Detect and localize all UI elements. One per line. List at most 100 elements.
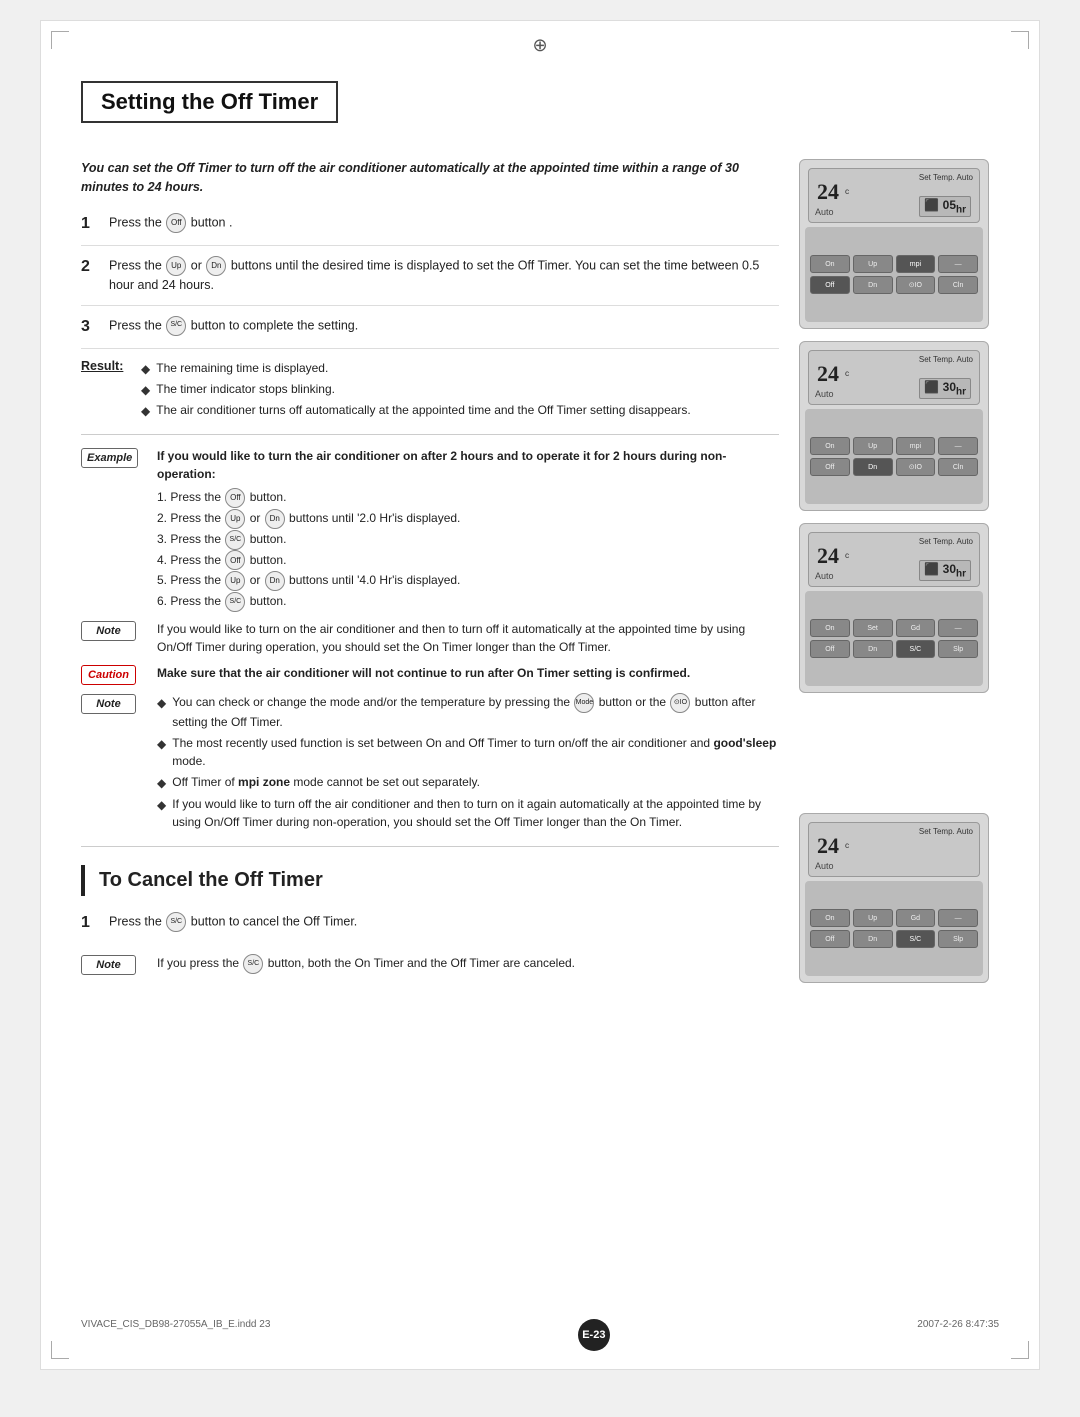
remote4-btn-off: Off [810,930,850,948]
remote-4: Set Temp. Auto 24 c Auto On Up Gd — Off … [799,813,989,983]
ex-sc-btn-2: S/C [225,592,245,612]
ex-step-1: 1. Press the Off button. [157,487,779,508]
remote3-btn-sleep: Slp [938,640,978,658]
example-content: If you would like to turn the air condit… [157,447,779,612]
remote2-btn-on: On [810,437,850,455]
ex-step-6: 6. Press the S/C button. [157,591,779,612]
remote-1-timer: ⬛ 05hr [919,196,971,217]
result-label: Result: [81,359,141,422]
remote4-btn-mode: — [938,909,978,927]
ex-up-btn-2: Up [225,571,245,591]
result-item-2: ◆ The timer indicator stops blinking. [141,380,779,399]
remote2-btn-onoff: ⊙IO [896,458,936,476]
note2-item-3: ◆ Off Timer of mpi zone mode cannot be s… [157,773,779,792]
caution-label-wrap: Caution [81,664,149,685]
remote4-btn-on: On [810,909,850,927]
remote-1-temp-unit: c [845,183,849,196]
remote2-btn-clean: Cln [938,458,978,476]
result-item-3-text: The air conditioner turns off automatica… [156,401,691,419]
remote-btn-onoff: ⊙IO [896,276,936,294]
remote2-btn-off: Off [810,458,850,476]
note2-bullet-3: ◆ [157,774,166,792]
remote4-btn-good: Gd [896,909,936,927]
remote2-btn-mpi: mpi [896,437,936,455]
remote-3-timer: ⬛ 30hr [919,560,971,581]
remote-2-temp: 24 [817,361,839,387]
remote-1-screen: Set Temp. Auto 24 c Auto ⬛ 05hr [808,168,980,223]
remote-btn-off: Off [810,276,850,294]
note2-item-4-text: If you would like to turn off the air co… [172,795,779,831]
footer-date: 2007-2-26 8:47:35 [917,1319,999,1351]
remote-btn-down: Dn [853,276,893,294]
remote-2-mode-label: Set Temp. Auto [919,355,973,364]
page-footer: VIVACE_CIS_DB98-27055A_IB_E.indd 23 E-23… [41,1319,1039,1351]
caution-content: Make sure that the air conditioner will … [157,664,779,682]
cancel-sc-btn-icon-2: S/C [243,954,263,974]
remote-2-buttons: On Up mpi — Off Dn ⊙IO Cln [805,409,983,504]
remote2-btn-mode: — [938,437,978,455]
cancel-note-section: Note If you press the S/C button, both t… [81,954,779,975]
cancel-note-label-wrap: Note [81,954,149,975]
caution-text: Make sure that the air conditioner will … [157,664,779,682]
right-column: Set Temp. Auto 24 c Auto ⬛ 05hr On Up mp… [799,159,999,983]
note2-label-wrap: Note [81,693,149,714]
remote2-btn-down: Dn [853,458,893,476]
remote-btn-mode: — [938,255,978,273]
step-3-number: 3 [81,316,103,338]
note2-item-2: ◆ The most recently used function is set… [157,734,779,770]
remote3-btn-down: Dn [853,640,893,658]
remote-4-screen: Set Temp. Auto 24 c Auto [808,822,980,877]
remote-3-screen: Set Temp. Auto 24 c Auto ⬛ 30hr [808,532,980,587]
remote-3-auto: Auto [815,571,834,581]
note2-label: Note [81,694,136,714]
page: ⊕ Setting the Off Timer You can set the … [40,20,1040,1370]
caution-section: Caution Make sure that the air condition… [81,664,779,685]
remote3-btn-set: Set [853,619,893,637]
note2-bullet-4: ◆ [157,796,166,814]
remote-4-temp-unit: c [845,837,849,850]
note2-bullet-1: ◆ [157,694,166,712]
remote-1-mode-label: Set Temp. Auto [919,173,973,182]
content-area: You can set the Off Timer to turn off th… [81,159,999,983]
result-section: Result: ◆ The remaining time is displaye… [81,359,779,422]
remote4-btn-sc: S/C [896,930,936,948]
remote3-btn-off: Off [810,640,850,658]
ex-dn-btn: Dn [265,509,285,529]
left-column: You can set the Off Timer to turn off th… [81,159,779,983]
ex-sc-btn-1: S/C [225,530,245,550]
remote-2: Set Temp. Auto 24 c Auto ⬛ 30hr On Up mp… [799,341,989,511]
corner-mark-tr [1011,31,1029,49]
caution-label: Caution [81,665,136,685]
remote3-btn-sc: S/C [896,640,936,658]
example-label-wrap: Example [81,447,149,468]
result-item-1: ◆ The remaining time is displayed. [141,359,779,378]
remote-btn-clean: Cln [938,276,978,294]
remote-4-buttons: On Up Gd — Off Dn S/C Slp [805,881,983,976]
example-title-bold: If you would like to turn the air condit… [157,449,726,481]
example-title: If you would like to turn the air condit… [157,447,779,483]
example-label: Example [81,448,138,468]
remote-btn-mpi: mpi [896,255,936,273]
ex-up-btn: Up [225,509,245,529]
mpi-zone-text: mpi zone [238,775,290,789]
result-item-3: ◆ The air conditioner turns off automati… [141,401,779,420]
spacer [799,705,999,801]
step-2: 2 Press the Up or Dn buttons until the d… [81,256,779,306]
remote-btn-on: On [810,255,850,273]
step-2-content: Press the Up or Dn buttons until the des… [109,256,779,295]
section1-title-box: Setting the Off Timer [81,81,338,123]
note2-item-1-text: You can check or change the mode and/or … [172,693,779,731]
page-number-text: E-23 [582,1329,605,1341]
divider-2 [81,846,779,847]
step-1-number: 1 [81,213,103,235]
mode-btn-icon: Mode [574,693,594,713]
remote-2-timer: ⬛ 30hr [919,378,971,399]
cancel-sc-btn-icon: S/C [166,912,186,932]
step-2-text: Press the Up or Dn buttons until the des… [109,256,779,295]
ex-off-btn-2: Off [225,550,245,570]
bullet-2: ◆ [141,381,150,399]
remote-3-temp-unit: c [845,547,849,560]
section2-title: To Cancel the Off Timer [99,869,323,892]
bullet-3: ◆ [141,402,150,420]
ex-step-4: 4. Press the Off button. [157,550,779,571]
